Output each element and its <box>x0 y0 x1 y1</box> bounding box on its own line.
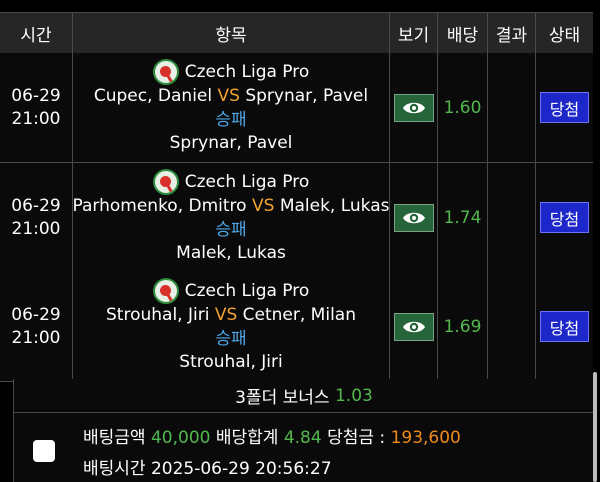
view-cell <box>390 163 438 272</box>
bonus-label: 3폴더 보너스 <box>235 388 330 408</box>
odds-value: 1.74 <box>438 163 488 272</box>
home-team: Parhomenko, Dmitro <box>73 196 247 217</box>
status-cell: 당첨 <box>536 272 593 381</box>
vs-label: VS <box>217 86 240 107</box>
table-row: 06-29 21:00 Czech Liga Pro Parhomenko, D… <box>0 163 593 273</box>
header-status: 상태 <box>548 25 581 46</box>
match-time: 06-29 21:00 <box>0 163 73 272</box>
header-item: 항목 <box>73 13 390 53</box>
total-odds-label: 배당합계 <box>215 428 279 448</box>
teams-line: Cupec, Daniel VS Sprynar, Pavel <box>94 85 368 109</box>
match-date: 06-29 <box>11 85 61 106</box>
amount-value: 40,000 <box>150 428 211 448</box>
teams-line: Parhomenko, Dmitro VS Malek, Lukas <box>73 195 390 219</box>
pick-selection: Malek, Lukas <box>176 243 286 264</box>
league-name: Czech Liga Pro <box>184 61 310 82</box>
away-team: Malek, Lukas <box>279 196 390 217</box>
summary-amounts: 배팅금액 40,000 배당합계 4.84 당첨금 : 193,600 <box>83 423 461 448</box>
scrollbar[interactable] <box>593 372 597 482</box>
result-value <box>488 163 536 272</box>
win-amount: 193,600 <box>390 428 461 448</box>
vs-label: VS <box>214 305 238 326</box>
view-cell <box>390 272 438 381</box>
status-badge[interactable]: 당첨 <box>540 202 589 233</box>
match-clock: 21:00 <box>11 327 61 348</box>
match-time: 06-29 21:00 <box>0 53 73 162</box>
league-line: Czech Liga Pro <box>152 278 310 305</box>
view-button[interactable] <box>393 203 434 232</box>
teams-line: Strouhal, Jiri VS Cetner, Milan <box>106 304 356 328</box>
home-team: Strouhal, Jiri <box>106 305 210 326</box>
market-type: 승패 <box>215 219 247 240</box>
eye-icon <box>402 212 425 223</box>
table-header: 시간 항목 보기 배당 결과 상태 <box>0 12 593 54</box>
result-value <box>488 53 536 162</box>
league-line: Czech Liga Pro <box>152 169 310 196</box>
match-clock: 21:00 <box>11 218 61 239</box>
league-line: Czech Liga Pro <box>152 59 310 86</box>
market-type: 승패 <box>215 109 247 130</box>
view-cell <box>390 53 438 162</box>
match-clock: 21:00 <box>11 108 61 129</box>
bet-time-value: 2025-06-29 20:56:27 <box>150 459 332 479</box>
folder-bonus: 3폴더 보너스 1.03 <box>13 379 594 413</box>
view-button[interactable] <box>393 93 434 122</box>
odds-value: 1.60 <box>438 53 488 162</box>
away-team: Cetner, Milan <box>242 305 356 326</box>
pick-selection: Strouhal, Jiri <box>179 352 283 373</box>
bet-summary: 배팅금액 40,000 배당합계 4.84 당첨금 : 193,600 배팅시간… <box>13 413 594 482</box>
bet-time-label: 배팅시간 <box>83 459 146 479</box>
table-tennis-icon <box>152 59 179 86</box>
eye-icon <box>402 102 425 113</box>
header-result: 결과 <box>488 13 536 53</box>
table-row: 06-29 21:00 Czech Liga Pro Cupec, Daniel… <box>0 53 593 163</box>
eye-icon <box>402 321 425 332</box>
match-time: 06-29 21:00 <box>0 272 73 381</box>
pick-selection: Sprynar, Pavel <box>169 133 293 154</box>
amount-label: 배팅금액 <box>83 428 146 448</box>
header-view: 보기 <box>390 13 438 53</box>
odds-value: 1.69 <box>438 272 488 381</box>
home-team: Cupec, Daniel <box>93 86 213 107</box>
total-odds-value: 4.84 <box>283 428 322 448</box>
status-badge[interactable]: 당첨 <box>540 92 589 123</box>
bonus-value: 1.03 <box>334 385 373 406</box>
match-info: Czech Liga Pro Strouhal, Jiri VS Cetner,… <box>73 272 390 381</box>
match-info: Czech Liga Pro Cupec, Daniel VS Sprynar,… <box>73 53 390 162</box>
match-date: 06-29 <box>11 195 61 216</box>
status-cell: 당첨 <box>536 53 593 162</box>
view-button[interactable] <box>393 312 434 341</box>
table-tennis-icon <box>152 169 179 196</box>
status-badge[interactable]: 당첨 <box>540 311 589 342</box>
header-odds: 배당 <box>438 13 488 53</box>
table-tennis-icon <box>152 278 179 305</box>
header-time: 시간 <box>0 13 73 53</box>
bet-slip-detail: 시간 항목 보기 배당 결과 상태 06-29 21:00 Czech Liga… <box>0 0 600 482</box>
result-value <box>488 272 536 381</box>
match-date: 06-29 <box>11 304 61 325</box>
summary-time: 배팅시간 2025-06-29 20:56:27 <box>83 454 332 479</box>
status-cell: 당첨 <box>536 163 593 272</box>
table-row: 06-29 21:00 Czech Liga Pro Strouhal, Jir… <box>0 272 593 382</box>
select-checkbox[interactable] <box>33 440 55 462</box>
match-info: Czech Liga Pro Parhomenko, Dmitro VS Mal… <box>73 163 390 272</box>
market-type: 승패 <box>215 328 247 349</box>
league-name: Czech Liga Pro <box>184 171 310 192</box>
away-team: Sprynar, Pavel <box>245 86 369 107</box>
league-name: Czech Liga Pro <box>184 280 310 301</box>
vs-label: VS <box>251 196 275 217</box>
win-label: 당첨금 : <box>327 428 386 448</box>
